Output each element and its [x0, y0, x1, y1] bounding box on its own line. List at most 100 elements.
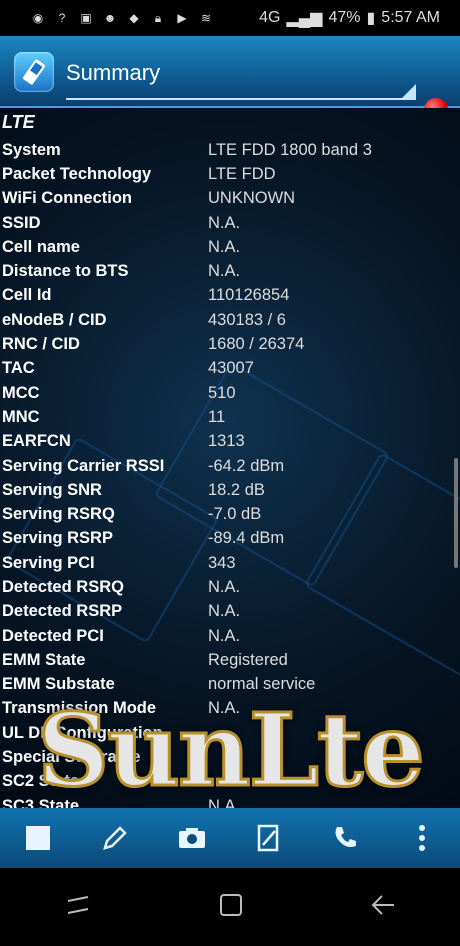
info-value: -7.0 dB — [208, 505, 262, 524]
info-value: 43007 — [208, 359, 254, 378]
title-underline — [66, 98, 416, 100]
info-label: Serving RSRP — [2, 529, 113, 548]
info-row: MCC 510 — [0, 381, 460, 405]
info-label: Serving Carrier RSSI — [2, 456, 165, 475]
info-label: System — [2, 140, 61, 159]
info-value: N.A. — [208, 602, 241, 621]
network-type: 4G — [259, 9, 281, 26]
lock-icon: 🔒︎ — [154, 10, 162, 25]
info-label: TAC — [2, 359, 35, 378]
question-icon: ? — [58, 11, 66, 25]
info-row: EMM State Registered — [0, 648, 460, 672]
wifi-icon: ≋ — [200, 11, 212, 25]
info-value: 1313 — [208, 432, 245, 451]
status-bar: ◉ ? ▣ ☻ ◆ 🔒︎ ▶ ≋ 4G ▂▄▆ 47% ▮ 5:57 AM — [0, 0, 460, 36]
info-label: Serving RSRQ — [2, 505, 115, 524]
info-value: 11 — [208, 407, 226, 426]
info-row: Packet Technology LTE FDD — [0, 162, 460, 186]
watermark-logo: SunLte — [36, 690, 427, 811]
phone-icon[interactable] — [325, 818, 365, 858]
bottom-toolbar — [0, 808, 460, 868]
info-label: Detected RSRQ — [2, 577, 124, 596]
info-value: 110126854 — [208, 286, 290, 305]
image-icon: ▣ — [80, 11, 92, 25]
play-icon: ▶ — [177, 11, 187, 25]
battery-level: 47% — [328, 9, 361, 26]
battery-icon: ▮ — [366, 10, 376, 27]
system-nav-bar — [0, 868, 460, 946]
info-value: N.A. — [208, 626, 241, 645]
info-value: 1680 / 26374 — [208, 335, 305, 354]
status-right: 4G ▂▄▆ 47% ▮ 5:57 AM — [259, 8, 440, 28]
info-row: Detected PCI N.A. — [0, 624, 460, 648]
page-title[interactable]: Summary — [66, 60, 160, 86]
info-value: 510 — [208, 383, 236, 402]
info-value: -64.2 dBm — [208, 456, 285, 475]
info-row: System LTE FDD 1800 band 3 — [0, 138, 460, 162]
info-row: Serving RSRP -89.4 dBm — [0, 527, 460, 551]
info-row: eNodeB / CID 430183 / 6 — [0, 308, 460, 332]
info-row: Cell name N.A. — [0, 235, 460, 259]
info-row: EARFCN 1313 — [0, 430, 460, 454]
info-value: -89.4 dBm — [208, 529, 285, 548]
info-value: UNKNOWN — [208, 189, 296, 208]
info-row: WiFi Connection UNKNOWN — [0, 187, 460, 211]
app-notification-icon: ◉ — [32, 11, 44, 25]
info-row: SSID N.A. — [0, 211, 460, 235]
info-label: Serving SNR — [2, 480, 102, 499]
dropdown-indicator-icon[interactable] — [402, 84, 416, 98]
info-label: EMM State — [2, 650, 86, 669]
scrollbar[interactable] — [454, 458, 458, 568]
info-value: N.A. — [208, 262, 241, 281]
app-bar: Summary — [0, 36, 460, 122]
info-row: Serving PCI 343 — [0, 551, 460, 575]
info-value: Registered — [208, 650, 288, 669]
info-label: WiFi Connection — [2, 189, 133, 208]
more-icon[interactable] — [402, 818, 442, 858]
app-icon-small: ◆ — [129, 11, 139, 25]
info-label: SSID — [2, 213, 41, 232]
info-row: Cell Id 110126854 — [0, 284, 460, 308]
info-row: Detected RSRQ N.A. — [0, 575, 460, 599]
info-value: 430183 / 6 — [208, 310, 286, 329]
info-label: Cell Id — [2, 286, 52, 305]
info-row: TAC 43007 — [0, 357, 460, 381]
info-row: Serving RSRQ -7.0 dB — [0, 502, 460, 526]
info-row: Serving Carrier RSSI -64.2 dBm — [0, 454, 460, 478]
info-label: eNodeB / CID — [2, 310, 107, 329]
recent-apps-icon[interactable] — [64, 893, 92, 922]
info-label: Distance to BTS — [2, 262, 129, 281]
info-row: Detected RSRP N.A. — [0, 600, 460, 624]
info-row: Serving SNR 18.2 dB — [0, 478, 460, 502]
info-label: EARFCN — [2, 432, 71, 451]
info-label: Packet Technology — [2, 164, 152, 183]
info-row: MNC 11 — [0, 405, 460, 429]
signal-icon: ▂▄▆ — [286, 10, 323, 27]
info-label: MCC — [2, 383, 40, 402]
clock: 5:57 AM — [381, 9, 440, 26]
info-row: Distance to BTS N.A. — [0, 259, 460, 283]
notification-icons: ◉ ? ▣ ☻ ◆ 🔒︎ ▶ ≋ — [30, 10, 214, 26]
info-label: RNC / CID — [2, 335, 80, 354]
back-icon[interactable] — [370, 893, 396, 922]
note-icon[interactable] — [248, 818, 288, 858]
camera-icon[interactable] — [172, 818, 212, 858]
info-label: Detected RSRP — [2, 602, 123, 621]
info-label: Serving PCI — [2, 553, 95, 572]
person-icon: ☻ — [103, 11, 117, 25]
info-row: RNC / CID 1680 / 26374 — [0, 332, 460, 356]
info-value: 18.2 dB — [208, 480, 265, 499]
info-label: Cell name — [2, 237, 80, 256]
info-value: N.A. — [208, 213, 241, 232]
app-logo-icon[interactable] — [14, 52, 54, 92]
info-label: MNC — [2, 407, 40, 426]
info-value: N.A. — [208, 237, 241, 256]
info-value: LTE FDD — [208, 164, 276, 183]
pencil-icon[interactable] — [95, 818, 135, 858]
section-title: LTE — [2, 112, 35, 132]
info-value: LTE FDD 1800 band 3 — [208, 140, 372, 159]
info-value: N.A. — [208, 577, 241, 596]
home-icon[interactable] — [219, 893, 243, 922]
stop-button[interactable] — [18, 818, 58, 858]
info-label: Detected PCI — [2, 626, 104, 645]
